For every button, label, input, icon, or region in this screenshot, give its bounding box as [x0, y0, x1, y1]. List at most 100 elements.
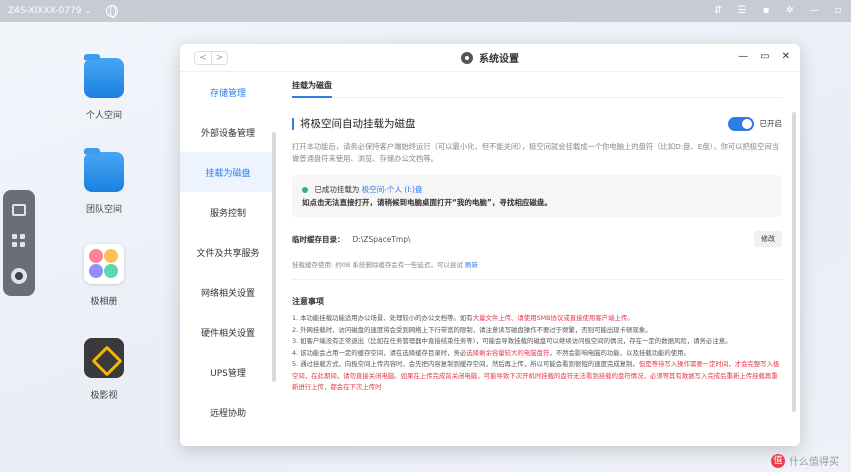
watermark: 值 什么值得买	[771, 453, 839, 468]
cache-usage: 挂载缓存使用: 约0B 系统删除缓存会有一些延迟，可以尝试 刷新	[292, 259, 782, 269]
maximize-button[interactable]: ▭	[760, 51, 769, 62]
success-dot-icon	[302, 187, 308, 193]
content-scrollbar[interactable]	[792, 112, 796, 412]
pin-icon[interactable]: ⇵	[713, 6, 723, 16]
desktop-icon-video[interactable]: 极影视	[64, 338, 144, 401]
note-item: 4. 该功能会占用一定的缓存空间，请在选择缓存目录时，务必选择剩余容量较大的电脑…	[292, 348, 782, 360]
note-warning: 大量文件上传、请使用SMB协议或直接使用客户端上传。	[472, 314, 634, 322]
note-text: 5. 通过挂载方式，向极空间上传内容时，会先把内容复制到缓存空间，然后再上传，所…	[292, 360, 639, 368]
tasks-icon[interactable]: ☰	[737, 6, 747, 16]
sidebar-item-label: 硬件相关设置	[200, 328, 255, 339]
tab-mount-disk[interactable]: 挂载为磁盘	[292, 80, 782, 98]
device-name: Z4S-XIXXX-0779 ⌄	[8, 6, 92, 16]
sidebar-item-label: 存储管理	[209, 88, 246, 99]
section-accent	[292, 117, 294, 130]
settings-sidebar: 存储管理 外部设备管理 挂载为磁盘 服务控制 文件及共享服务 网络相关设置 硬件…	[180, 72, 276, 446]
nav-buttons: < >	[194, 51, 228, 65]
desktop-icon-label: 极相册	[90, 297, 118, 307]
window-title: 系统设置	[461, 50, 519, 65]
desktop-icon-label: 团队空间	[85, 205, 122, 215]
modify-cache-button[interactable]: 修改	[754, 231, 782, 247]
desktop-icon-label: 个人空间	[85, 111, 122, 121]
cache-path: D:\ZSpaceTmp\	[352, 234, 411, 244]
sidebar-item-label: 服务控制	[209, 208, 246, 219]
sidebar-item-file-sharing[interactable]: 文件及共享服务	[180, 232, 276, 272]
sidebar-item-label: 文件及共享服务	[196, 248, 260, 259]
note-text: 3. 如客户端没有正常退出（比如在任务管理器中直接结束任务等），可能会导致挂载的…	[292, 337, 732, 345]
minimize-button[interactable]: —	[738, 51, 748, 62]
watermark-text: 什么值得买	[789, 457, 839, 468]
mount-status-box: 已成功挂载为 极空间-个人 (I:)盘 如点击无法直接打开，请稍候到电脑桌面打开…	[292, 175, 782, 217]
notes-title: 注意事项	[292, 297, 324, 306]
tab-label: 挂载为磁盘	[292, 81, 332, 90]
divider	[292, 279, 782, 280]
watermark-logo-icon: 值	[771, 453, 785, 468]
sidebar-item-ups[interactable]: UPS管理	[180, 352, 276, 392]
sidebar-item-mount-disk[interactable]: 挂载为磁盘	[180, 152, 276, 192]
cache-dir-row: 临时缓存目录： D:\ZSpaceTmp\ 修改	[292, 231, 782, 247]
note-item: 2. 外网挂载时，访问磁盘的速度将会受到网络上下行带宽的限制，请注意读写磁盘操作…	[292, 325, 782, 337]
note-text: 2. 外网挂载时，访问磁盘的速度将会受到网络上下行带宽的限制，请注意读写磁盘操作…	[292, 325, 652, 334]
top-bar: Z4S-XIXXX-0779 ⌄ ⇵ ☰ ▪ ✲ — ▫	[0, 0, 851, 22]
sidebar-item-service-control[interactable]: 服务控制	[180, 192, 276, 232]
monitor-icon[interactable]	[12, 204, 26, 216]
gear-icon	[461, 51, 473, 64]
note-item: 1. 本功能挂载功能适用办公场景、处理较小的办公文档等。如有大量文件上传、请使用…	[292, 313, 782, 325]
back-button[interactable]: <	[195, 52, 211, 64]
window-title-text: 系统设置	[479, 54, 519, 65]
desktop-icon-label: 极影视	[90, 391, 118, 401]
sidebar-item-external-devices[interactable]: 外部设备管理	[180, 112, 276, 152]
window-titlebar: < > 系统设置 — ▭ ✕	[180, 44, 800, 72]
feature-description: 打开本功能后，请务必保持客户端始终运行（可以最小化，但不能关闭），极空间就会挂载…	[292, 142, 779, 163]
video-icon	[84, 338, 124, 378]
sidebar-item-hardware[interactable]: 硬件相关设置	[180, 312, 276, 352]
toggle-label: 已开启	[759, 119, 783, 128]
note-item: 5. 通过挂载方式，向极空间上传内容时，会先把内容复制到缓存空间，然后再上传，所…	[292, 359, 782, 394]
sidebar-item-label: 网络相关设置	[200, 288, 255, 299]
note-item: 3. 如客户端没有正常退出（比如在任务管理器中直接结束任务等），可能会导致挂载的…	[292, 336, 782, 348]
team-folder-icon	[84, 148, 124, 192]
settings-icon[interactable]: ✲	[785, 6, 795, 16]
note-text: 4. 该功能会占用一定的缓存空间，请在选择缓存目录时，务必	[292, 348, 467, 357]
desktop-icon-personal[interactable]: 个人空间	[64, 54, 144, 121]
settings-content: 挂载为磁盘 将极空间自动挂载为磁盘 已开启 打开本功能后，请务必保持客户端始终运…	[276, 72, 800, 446]
personal-folder-icon	[84, 54, 124, 98]
sidebar-item-remote-assist[interactable]: 远程协助	[180, 392, 276, 432]
sidebar-item-label: 外部设备管理	[200, 128, 255, 139]
close-button[interactable]: ✕	[782, 51, 790, 62]
auto-mount-toggle-wrap: 已开启	[727, 116, 783, 131]
desktop-icon-team[interactable]: 团队空间	[64, 148, 144, 215]
minimize-icon[interactable]: —	[809, 6, 819, 16]
forward-button[interactable]: >	[211, 52, 227, 64]
status-prefix: 已成功挂载为	[314, 185, 360, 194]
mounted-drive-link[interactable]: 极空间-个人 (I:)盘	[362, 185, 423, 194]
profile-icon[interactable]: ▪	[761, 6, 771, 16]
clear-cache-link[interactable]: 刷新	[465, 261, 478, 269]
top-bar-tools: ⇵ ☰ ▪ ✲ — ▫	[713, 6, 843, 16]
auto-mount-toggle[interactable]	[727, 116, 754, 131]
note-text: ，不然会影响电脑的功能，以及挂载功能的使用。	[549, 348, 690, 357]
settings-window: < > 系统设置 — ▭ ✕ 存储管理 外部设备管理 挂载为磁盘 服务控制 文件…	[180, 44, 800, 446]
left-dock	[3, 190, 35, 296]
section-header: 将极空间自动挂载为磁盘 已开启	[292, 116, 782, 131]
device-name-dropdown[interactable]: Z4S-XIXXX-0779 ⌄	[8, 6, 92, 16]
window-controls: — ▭ ✕	[738, 51, 790, 62]
sidebar-item-label: 挂载为磁盘	[205, 168, 251, 179]
photos-icon	[84, 244, 124, 284]
sidebar-item-network[interactable]: 网络相关设置	[180, 272, 276, 312]
apps-grid-icon[interactable]	[12, 234, 26, 248]
notes-list: 1. 本功能挂载功能适用办公场景、处理较小的办公文档等。如有大量文件上传、请使用…	[292, 313, 782, 394]
sidebar-item-label: UPS管理	[210, 368, 246, 379]
cache-label: 临时缓存目录：	[292, 234, 345, 244]
section-title: 将极空间自动挂载为磁盘	[300, 118, 416, 130]
status-hint: 如点击无法直接打开，请稍候到电脑桌面打开“我的电脑”，寻找相应磁盘。	[302, 198, 552, 207]
globe-icon[interactable]	[105, 5, 118, 18]
note-warning: 选择剩余容量较大的电脑盘符	[466, 348, 550, 357]
sidebar-item-storage[interactable]: 存储管理	[180, 72, 276, 112]
note-text: 1. 本功能挂载功能适用办公场景、处理较小的办公文档等。如有	[292, 314, 473, 322]
desktop-icon-photos[interactable]: 极相册	[64, 244, 144, 307]
record-icon[interactable]	[11, 268, 27, 284]
sidebar-item-label: 远程协助	[209, 408, 246, 419]
cache-usage-text: 挂载缓存使用: 约0B 系统删除缓存会有一些延迟，可以尝试	[292, 261, 463, 269]
window-icon[interactable]: ▫	[833, 6, 843, 16]
